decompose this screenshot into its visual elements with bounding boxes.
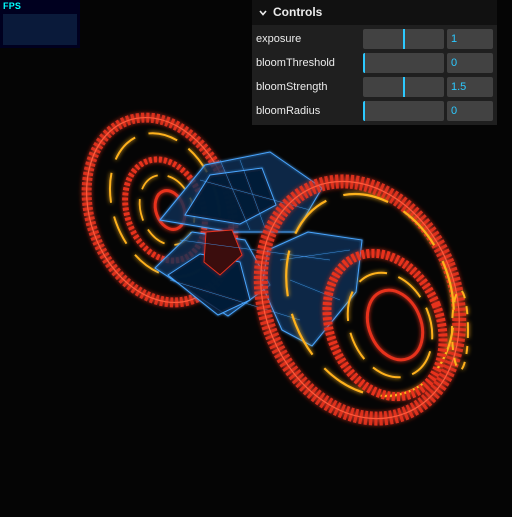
control-label: bloomThreshold bbox=[256, 57, 335, 69]
chevron-down-icon bbox=[259, 9, 267, 16]
slider-handle[interactable] bbox=[403, 29, 405, 49]
bloom-radius-slider[interactable] bbox=[363, 101, 444, 121]
control-label: bloomRadius bbox=[256, 105, 321, 117]
bloom-threshold-value-input[interactable]: 0 bbox=[447, 53, 493, 73]
bloom-strength-slider[interactable] bbox=[363, 77, 444, 97]
fps-label: FPS bbox=[3, 1, 22, 11]
fps-graph bbox=[3, 14, 77, 45]
control-label: bloomStrength bbox=[256, 81, 328, 93]
control-row-bloom-threshold: bloomThreshold 0 bbox=[252, 51, 497, 75]
bloom-radius-value-input[interactable]: 0 bbox=[447, 101, 493, 121]
control-row-exposure: exposure 1 bbox=[252, 27, 497, 51]
controls-panel: Controls exposure 1 bloomThreshold 0 blo… bbox=[252, 0, 497, 125]
control-row-bloom-radius: bloomRadius 0 bbox=[252, 99, 497, 123]
control-label: exposure bbox=[256, 33, 302, 45]
slider-handle[interactable] bbox=[363, 101, 365, 121]
bloom-threshold-slider[interactable] bbox=[363, 53, 444, 73]
controls-title-bar[interactable]: Controls bbox=[252, 0, 497, 25]
exposure-slider[interactable] bbox=[363, 29, 444, 49]
control-row-bloom-strength: bloomStrength 1.5 bbox=[252, 75, 497, 99]
fps-monitor[interactable]: FPS bbox=[0, 0, 80, 48]
controls-title: Controls bbox=[273, 5, 323, 19]
bloom-strength-value-input[interactable]: 1.5 bbox=[447, 77, 493, 97]
slider-handle[interactable] bbox=[403, 77, 405, 97]
exposure-value-input[interactable]: 1 bbox=[447, 29, 493, 49]
slider-handle[interactable] bbox=[363, 53, 365, 73]
controls-list: exposure 1 bloomThreshold 0 bloomStrengt… bbox=[252, 25, 497, 125]
